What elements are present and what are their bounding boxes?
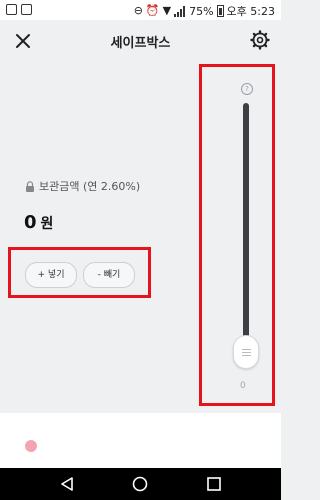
signal-icon: [174, 5, 186, 17]
slider-thumb[interactable]: [233, 335, 259, 369]
header: 세이프박스: [0, 20, 281, 64]
balance-amount-unit: 원: [40, 216, 54, 232]
settings-button[interactable]: [249, 29, 271, 51]
gear-icon: [250, 30, 270, 50]
wifi-icon: ▼: [162, 4, 172, 17]
status-time: 오후 5:23: [226, 5, 275, 18]
alarm-icon: ⏰: [145, 4, 160, 17]
bottom-panel: [0, 413, 281, 468]
status-bar: ⊖ ⏰ ▼ 75% 오후 5:23: [0, 0, 281, 20]
balance-label: 보관금액 (연 2.60%): [25, 178, 140, 194]
pink-dot: [25, 440, 37, 452]
slider-track[interactable]: [243, 103, 249, 367]
lock-icon: [26, 180, 34, 192]
notification-icon: [6, 4, 17, 15]
recent-apps-icon[interactable]: [205, 475, 223, 493]
balance-amount: 0원: [24, 212, 53, 233]
balance-amount-value: 0: [24, 212, 37, 233]
status-indicators: ⊖ ⏰ ▼ 75% 오후 5:23: [134, 3, 275, 19]
page-title: 세이프박스: [110, 36, 171, 51]
help-icon[interactable]: ?: [241, 83, 253, 95]
withdraw-button[interactable]: - 빼기: [83, 262, 135, 288]
status-notifications: [6, 4, 32, 15]
system-nav-bar: [0, 468, 281, 500]
grip-line: [242, 355, 251, 356]
deposit-button[interactable]: + 넣기: [25, 262, 77, 288]
action-buttons-highlight: + 넣기 - 빼기: [8, 247, 151, 298]
gallery-notification-icon: [21, 4, 32, 15]
balance-label-text: 보관금액 (연 2.60%): [39, 180, 141, 193]
sync-icon: ⊖: [133, 4, 143, 17]
battery-icon: [216, 5, 224, 17]
battery-percent: 75%: [189, 4, 214, 18]
slider-highlight: ? 0: [199, 64, 275, 406]
back-icon[interactable]: [58, 475, 76, 493]
grip-line: [242, 352, 251, 353]
slider-min-label: 0: [240, 381, 246, 391]
home-icon[interactable]: [131, 475, 149, 493]
grip-line: [242, 349, 251, 350]
